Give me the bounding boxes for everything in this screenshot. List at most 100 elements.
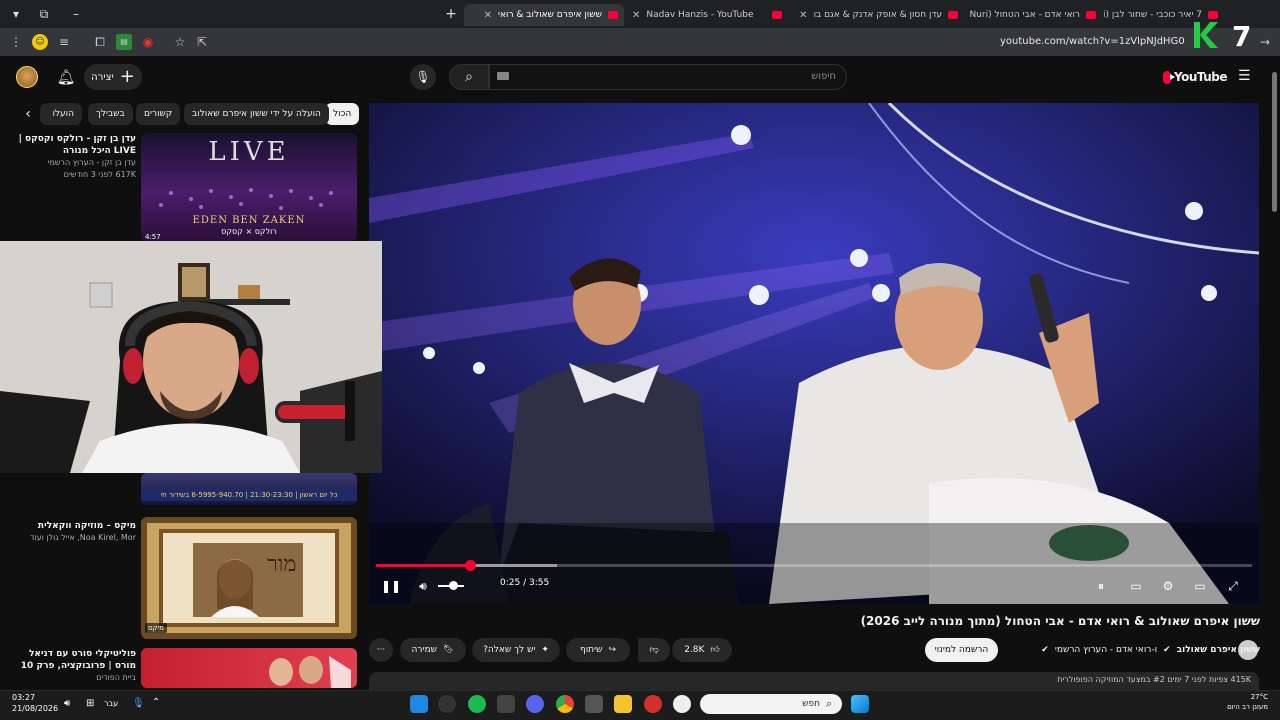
youtube-favicon-icon bbox=[1208, 11, 1218, 19]
tab-3[interactable]: עדן חסון & אופק אדנק & אגם בו ✕ bbox=[790, 4, 964, 26]
page-scrollbar-thumb[interactable] bbox=[1272, 72, 1277, 212]
search-button[interactable]: ⌕ bbox=[449, 64, 489, 90]
chip-uploaded[interactable]: הועלו bbox=[40, 103, 82, 125]
chip-uploaded-by[interactable]: הועלה על ידי ששון איפרם שאולוב bbox=[184, 103, 329, 125]
seek-bar-played bbox=[376, 564, 470, 567]
dislike-button[interactable]: 👎︎ bbox=[638, 638, 670, 662]
save-label: שמירה bbox=[411, 645, 438, 655]
create-button[interactable]: יצירה + bbox=[84, 64, 142, 90]
profile-icon[interactable]: ☺ bbox=[32, 34, 48, 50]
taskbar-clock[interactable]: 03:27 21/08/2026 bbox=[12, 692, 58, 714]
close-tab-icon[interactable]: ✕ bbox=[484, 10, 492, 21]
taskbar-app-icon[interactable] bbox=[438, 695, 456, 713]
autoplay-toggle-icon[interactable]: ⏸︎ bbox=[1092, 577, 1110, 595]
webcam-overlay bbox=[0, 241, 382, 473]
taskbar-app-icon[interactable] bbox=[410, 695, 428, 713]
tab-search-icon[interactable]: ▾ bbox=[6, 4, 26, 24]
youtube-logo[interactable]: YouTube bbox=[1163, 68, 1228, 86]
pause-button[interactable]: ❚❚ bbox=[381, 577, 401, 595]
rec-thumb-1-sub: רולקס × קסקס bbox=[221, 227, 277, 236]
rec-title: פוליטיקלי סורט עם דניאל מורס | פרובוקציה… bbox=[20, 649, 136, 671]
seek-bar-handle[interactable] bbox=[464, 560, 476, 571]
weather-temp: 27°C bbox=[1250, 693, 1268, 701]
youtube-favicon-icon bbox=[1086, 11, 1096, 19]
fullscreen-icon[interactable]: ⤢ bbox=[1224, 577, 1242, 595]
speaker-icon[interactable]: 🔊︎ bbox=[64, 698, 70, 709]
rec-title: מיקס – מוזיקה ווקאלית bbox=[37, 521, 136, 531]
taskbar-app-icon[interactable] bbox=[673, 695, 691, 713]
verified-icon: ✔︎ bbox=[1163, 645, 1171, 655]
taskbar-app-icon[interactable] bbox=[644, 695, 662, 713]
channel-collab[interactable]: ו-רואי אדם - הערוץ הרשמי bbox=[1055, 645, 1157, 655]
create-label: יצירה bbox=[91, 71, 114, 83]
video-player[interactable] bbox=[369, 103, 1259, 604]
browser-tab-bar: ▾ ⧉ – 7 יאיר כוכבי - שחור לבן (by Nuri ר… bbox=[0, 0, 1280, 28]
extension-green-icon[interactable]: ▤ bbox=[116, 34, 132, 50]
restore-icon[interactable]: ⧉ bbox=[34, 4, 54, 24]
chrome-icon[interactable] bbox=[556, 695, 574, 713]
new-tab-button[interactable]: + bbox=[441, 4, 461, 24]
taskbar-search-input[interactable]: חפש bbox=[700, 694, 842, 714]
rec-thumb-1[interactable]: LIVE EDEN BEN ZAKEN רולקס × קסקס 4:57 bbox=[141, 133, 357, 241]
hamburger-menu-icon[interactable]: ☰ bbox=[1238, 68, 1254, 84]
address-url[interactable]: youtube.com/watch?v=1zVlpNJdHG0 bbox=[1000, 36, 1185, 47]
theater-mode-icon[interactable]: ▭ bbox=[1191, 577, 1209, 595]
extension-icon[interactable]: ⧠ bbox=[92, 34, 108, 50]
input-language[interactable]: עבר bbox=[104, 699, 118, 708]
playlist-icon[interactable]: ≡ bbox=[56, 34, 72, 50]
search-input[interactable]: חיפוש bbox=[489, 64, 847, 90]
rec-channel: ביית הפודים bbox=[96, 673, 136, 682]
chip-for-you[interactable]: בשבילך bbox=[88, 103, 133, 125]
share-button[interactable]: ↪ שיתוף bbox=[566, 638, 630, 662]
chip-all[interactable]: הכול bbox=[325, 103, 360, 125]
save-button[interactable]: 🔖︎ שמירה bbox=[400, 638, 466, 662]
menu-dots-icon[interactable]: ⋮ bbox=[8, 34, 24, 50]
close-tab-icon[interactable]: ✕ bbox=[632, 10, 640, 21]
channel-name[interactable]: ששון איפרם שאולוב bbox=[1177, 645, 1260, 655]
subtitles-icon[interactable]: ▭ bbox=[1127, 577, 1145, 595]
more-actions-button[interactable]: ··· bbox=[369, 638, 393, 662]
settings-gear-icon[interactable]: ⚙︎ bbox=[1159, 577, 1177, 595]
rec-thumb-3[interactable]: מור מיקס bbox=[141, 517, 357, 639]
bookmark-star-icon[interactable]: ☆ bbox=[172, 34, 188, 50]
description-box[interactable]: 415K צפיות לפני 7 ימים #2 במצעד המוזיקה … bbox=[369, 672, 1259, 690]
tab-2[interactable]: רואי אדם - אבי הטחול (By Nuri ✕ bbox=[966, 4, 1102, 26]
rec-meta-1[interactable]: עדן בן זקן - רולקס וקסקס | LIVE היכל מנו… bbox=[6, 133, 136, 181]
mic-icon[interactable]: 🎙︎ bbox=[132, 698, 145, 709]
rec-thumb-1-top: LIVE bbox=[208, 137, 290, 167]
tab-4[interactable]: ✕ Nadav Hanzis - YouTube bbox=[626, 4, 788, 26]
chip-related[interactable]: קשורים bbox=[136, 103, 181, 125]
rec-views: 617K לפני 3 חודשים bbox=[63, 170, 136, 179]
file-explorer-icon[interactable] bbox=[614, 695, 632, 713]
rec-thumb-3-text: מור bbox=[267, 552, 297, 577]
account-avatar[interactable] bbox=[16, 66, 38, 88]
subscribe-button[interactable]: הרשמה למינוי bbox=[925, 638, 998, 662]
network-icon[interactable]: ⊞ bbox=[86, 698, 94, 709]
discord-icon[interactable] bbox=[526, 695, 544, 713]
tab-active[interactable]: ששון איפרם שאולוב & רואי ✕ bbox=[464, 4, 624, 26]
taskbar-app-icon[interactable] bbox=[585, 695, 603, 713]
rec-thumb-2[interactable]: כל יום ראשון | 21:30-23:30 | 6-5995-940.… bbox=[141, 473, 357, 505]
share-page-icon[interactable]: ⇱ bbox=[194, 34, 210, 50]
windows-start-icon[interactable] bbox=[851, 695, 869, 713]
taskbar-weather[interactable]: 27°C מעונן רב היום bbox=[1208, 692, 1268, 712]
rec-meta-3[interactable]: מיקס – מוזיקה ווקאלית Noa Kirel, Mor, אי… bbox=[6, 520, 136, 544]
share-icon: ↪ bbox=[608, 645, 617, 655]
rec-meta-4[interactable]: פוליטיקלי סורט עם דניאל מורס | פרובוקציה… bbox=[6, 648, 136, 684]
chips-prev-chevron-icon[interactable]: ‹ bbox=[18, 104, 38, 124]
minimize-button[interactable]: – bbox=[66, 4, 86, 24]
rec-thumb-4[interactable] bbox=[141, 648, 357, 688]
taskbar-app-icon[interactable] bbox=[497, 695, 515, 713]
ask-button[interactable]: ✦ יש לך שאלה? bbox=[472, 638, 560, 662]
close-tab-icon[interactable]: ✕ bbox=[799, 10, 807, 21]
voice-search-mic-icon[interactable]: 🎙︎ bbox=[410, 64, 436, 90]
like-button[interactable]: 👍︎ 2.8K bbox=[672, 638, 732, 662]
notifications-bell-icon[interactable]: 🔔︎ bbox=[56, 67, 76, 87]
spotify-icon[interactable] bbox=[468, 695, 486, 713]
volume-slider-handle[interactable] bbox=[449, 581, 458, 590]
keyboard-icon[interactable] bbox=[497, 72, 509, 80]
volume-icon[interactable]: 🔊︎ bbox=[414, 577, 432, 595]
tray-chevron-icon[interactable]: ⌃ bbox=[152, 697, 160, 708]
arrow-right-icon[interactable]: → bbox=[1257, 34, 1273, 50]
extension-badge-icon[interactable]: ◉ bbox=[140, 34, 156, 50]
